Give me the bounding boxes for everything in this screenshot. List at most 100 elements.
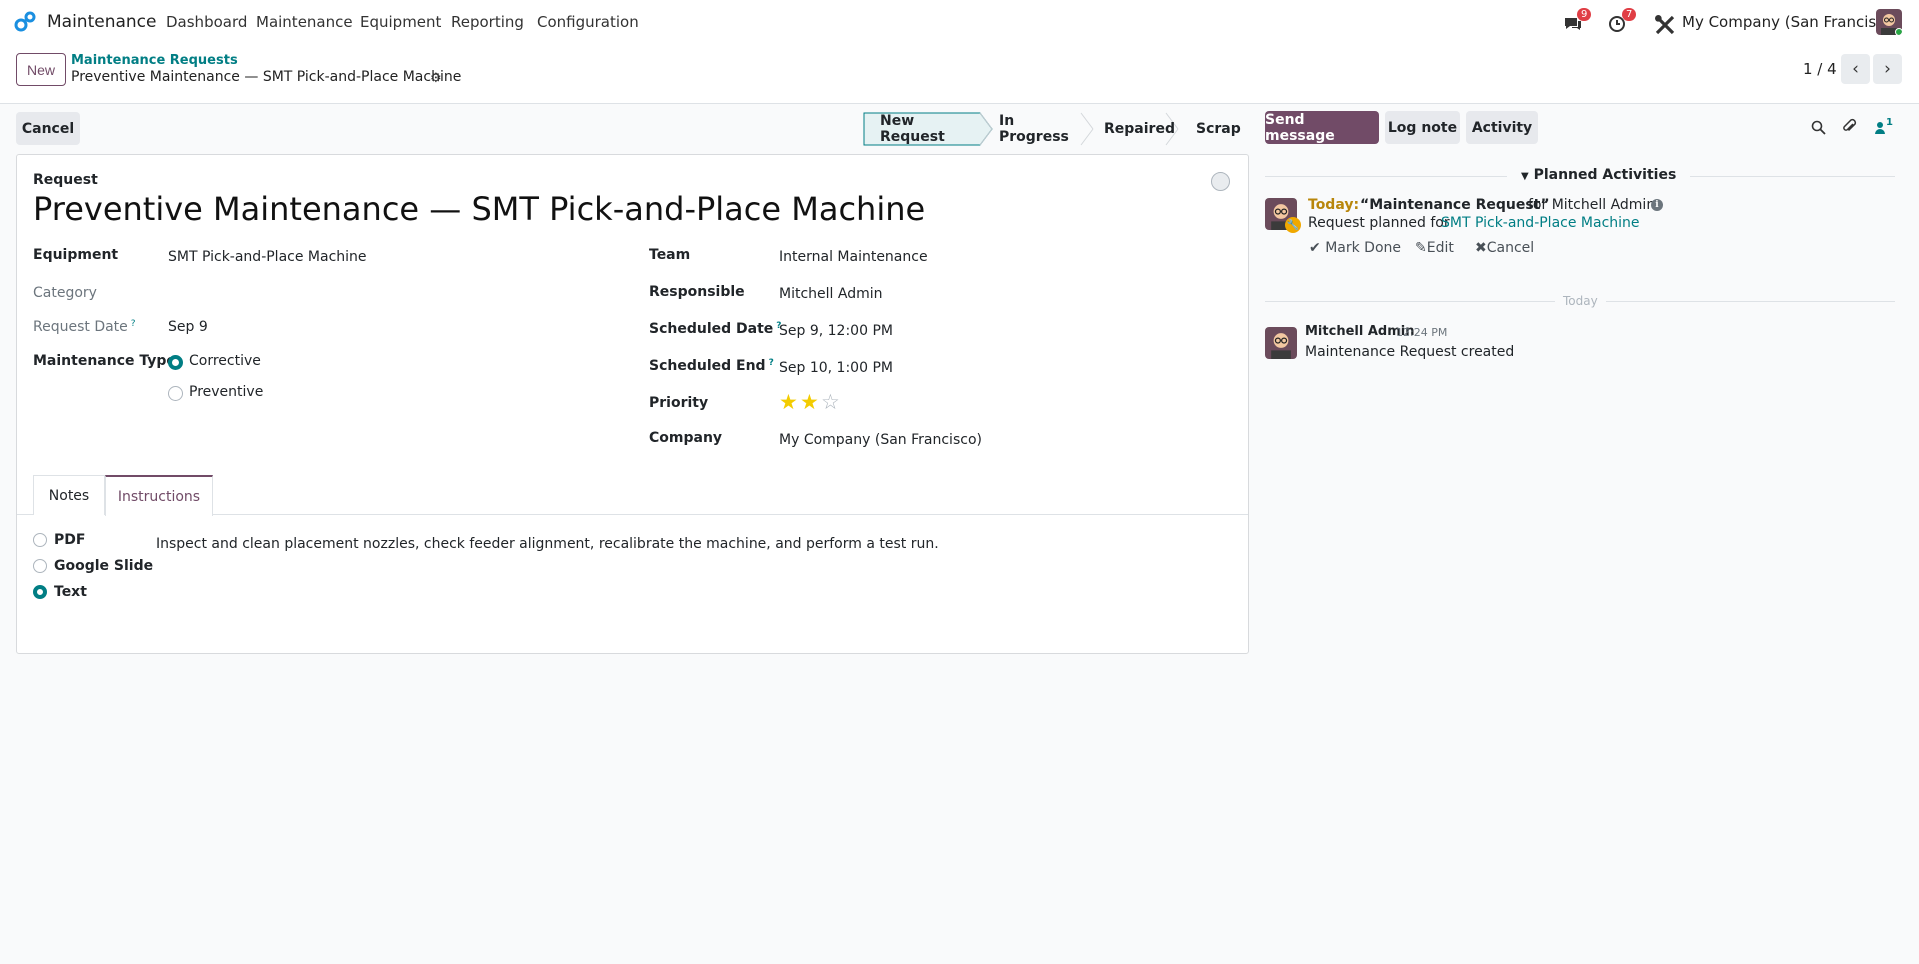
mark-done-button[interactable]: ✔ Mark Done xyxy=(1309,240,1401,256)
pager-value[interactable]: 1 / 4 xyxy=(1803,60,1837,78)
instruction-pdf-label[interactable]: PDF xyxy=(54,532,85,548)
cancel-activity-button[interactable]: ✖Cancel xyxy=(1475,240,1534,256)
caret-down-icon: ▼ xyxy=(1521,171,1529,182)
priority-star-icon[interactable]: ☆ xyxy=(821,392,840,413)
help-tooltip-icon[interactable]: ? xyxy=(769,358,774,368)
search-icon[interactable] xyxy=(1811,120,1826,135)
edit-activity-button[interactable]: ✎Edit xyxy=(1415,240,1454,256)
menu-reporting[interactable]: Reporting xyxy=(451,13,524,31)
menu-configuration[interactable]: Configuration xyxy=(537,13,639,31)
menu-maintenance[interactable]: Maintenance xyxy=(256,13,353,31)
cancel-activity-label: Cancel xyxy=(1486,240,1535,256)
message-author-avatar[interactable] xyxy=(1265,327,1297,359)
followers-button[interactable]: 1 xyxy=(1874,117,1898,137)
help-tooltip-icon[interactable]: ? xyxy=(131,319,136,329)
menu-equipment[interactable]: Equipment xyxy=(360,13,441,31)
tab-notes[interactable]: Notes xyxy=(33,475,105,515)
priority-label: Priority xyxy=(649,395,709,411)
company-switcher[interactable]: My Company (San Francisco) xyxy=(1682,13,1899,31)
tools-icon[interactable] xyxy=(1652,13,1678,37)
gear-icon[interactable]: ⚙ xyxy=(430,71,442,86)
priority-star-icon[interactable]: ★ xyxy=(779,392,798,413)
activities-count-badge: 7 xyxy=(1622,8,1637,21)
instruction-pdf-radio[interactable] xyxy=(33,533,47,547)
planned-activities-toggle[interactable]: ▼ Planned Activities xyxy=(1507,167,1691,183)
message-body: Maintenance Request created xyxy=(1305,344,1515,360)
activity-summary-link[interactable]: SMT Pick-and-Place Machine xyxy=(1441,215,1640,231)
scheduled-end-label: Scheduled End? xyxy=(649,358,774,374)
date-separator-label: Today xyxy=(1555,294,1606,308)
instruction-text-label[interactable]: Text xyxy=(54,584,87,600)
priority-widget: ★ ★ ☆ xyxy=(779,392,859,416)
instruction-google-slide-radio[interactable] xyxy=(33,559,47,573)
activity-when: Today: xyxy=(1308,197,1360,213)
send-message-button[interactable]: Send message xyxy=(1265,111,1379,144)
maintenance-type-label: Maintenance Type xyxy=(33,353,176,369)
activity-name: “Maintenance Request” xyxy=(1360,197,1550,213)
app-name[interactable]: Maintenance xyxy=(47,12,156,32)
tab-notes-label: Notes xyxy=(48,487,90,504)
request-date-field[interactable]: Sep 9 xyxy=(168,319,208,335)
team-label: Team xyxy=(649,247,691,263)
planned-activities-label: Planned Activities xyxy=(1533,167,1677,183)
company-field[interactable]: My Company (San Francisco) xyxy=(779,432,982,448)
top-navbar: Maintenance Dashboard Maintenance Equipm… xyxy=(0,0,1919,44)
scheduled-end-field[interactable]: Sep 10, 1:00 PM xyxy=(779,360,893,376)
category-field[interactable] xyxy=(168,285,618,305)
equipment-field[interactable]: SMT Pick-and-Place Machine xyxy=(168,249,367,265)
scheduled-date-field[interactable]: Sep 9, 12:00 PM xyxy=(779,323,893,339)
equipment-label: Equipment xyxy=(33,247,119,263)
activities-button[interactable]: 7 xyxy=(1608,8,1637,34)
odoo-logo-icon[interactable] xyxy=(13,10,37,34)
followers-count: 1 xyxy=(1886,117,1893,128)
pager-next-button[interactable]: › xyxy=(1873,54,1902,84)
paperclip-icon[interactable] xyxy=(1842,118,1857,135)
kanban-state-toggle[interactable] xyxy=(1211,172,1230,191)
corrective-option-label[interactable]: Corrective xyxy=(189,353,261,369)
wrench-icon: 🔧 xyxy=(1285,217,1301,233)
request-date-label: Request Date? xyxy=(33,319,136,335)
category-label: Category xyxy=(33,285,97,301)
edit-label: Edit xyxy=(1426,240,1454,256)
form-sheet: Request Preventive Maintenance — SMT Pic… xyxy=(16,154,1249,654)
stage-repaired[interactable]: Repaired xyxy=(1104,112,1175,146)
messages-count-badge: 9 xyxy=(1577,8,1592,21)
instruction-google-slide-label[interactable]: Google Slide xyxy=(54,558,153,574)
message-time: 12:24 PM xyxy=(1396,326,1448,339)
instruction-text-radio[interactable] xyxy=(33,585,47,599)
pencil-icon: ✎ xyxy=(1415,240,1427,256)
priority-star-icon[interactable]: ★ xyxy=(800,392,819,413)
responsible-label: Responsible xyxy=(649,284,745,300)
new-button[interactable]: New xyxy=(16,53,66,86)
request-label: Request xyxy=(33,172,98,188)
user-avatar[interactable] xyxy=(1876,9,1902,35)
log-note-button[interactable]: Log note xyxy=(1385,111,1460,144)
stage-new-request[interactable]: New Request xyxy=(880,112,945,146)
preventive-option-label[interactable]: Preventive xyxy=(189,384,263,400)
info-icon[interactable]: i xyxy=(1651,199,1663,211)
instructions-text-field[interactable]: Inspect and clean placement nozzles, che… xyxy=(156,536,939,552)
breadcrumb-current: Preventive Maintenance — SMT Pick-and-Pl… xyxy=(71,69,462,85)
control-panel: New Maintenance Requests Preventive Main… xyxy=(0,44,1919,104)
menu-dashboard[interactable]: Dashboard xyxy=(166,13,247,31)
page-title[interactable]: Preventive Maintenance — SMT Pick-and-Pl… xyxy=(33,190,925,228)
tab-instructions-label: Instructions xyxy=(117,488,201,505)
corrective-radio[interactable] xyxy=(168,355,183,370)
activity-assignee: for Mitchell Admin xyxy=(1528,197,1656,213)
activity-button[interactable]: Activity xyxy=(1466,111,1538,144)
cancel-button[interactable]: Cancel xyxy=(16,112,80,145)
breadcrumb-parent[interactable]: Maintenance Requests xyxy=(71,53,238,68)
close-icon: ✖ xyxy=(1475,240,1487,256)
stage-scrap[interactable]: Scrap xyxy=(1196,112,1241,146)
stage-in-progress[interactable]: In Progress xyxy=(999,112,1069,146)
pager-previous-button[interactable]: ‹ xyxy=(1841,54,1870,84)
messages-button[interactable]: 9 xyxy=(1563,8,1592,34)
scheduled-date-label: Scheduled Date? xyxy=(649,321,782,337)
mark-done-label: Mark Done xyxy=(1325,240,1401,256)
tab-instructions[interactable]: Instructions xyxy=(105,475,213,516)
responsible-field[interactable]: Mitchell Admin xyxy=(779,286,883,302)
online-status-dot xyxy=(1895,28,1902,35)
team-field[interactable]: Internal Maintenance xyxy=(779,249,928,265)
preventive-radio[interactable] xyxy=(168,386,183,401)
user-icon xyxy=(1875,122,1885,134)
